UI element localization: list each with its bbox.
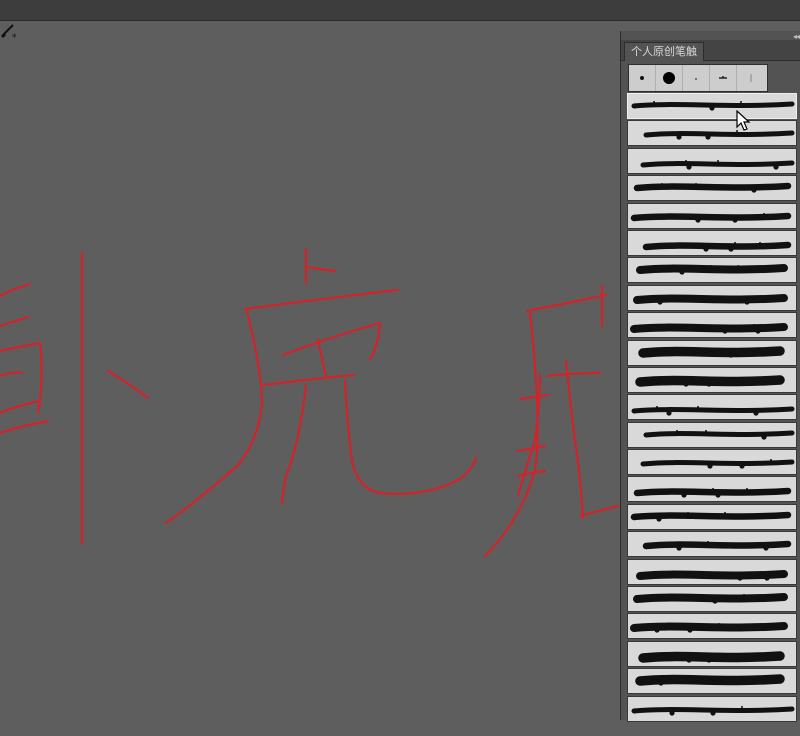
spatter-brush-icon[interactable] [710,65,737,91]
round-brush-icon[interactable] [656,65,683,91]
brush-stroke-preview [643,130,795,140]
brush-stroke-preview [638,345,785,358]
brush-stroke-preview [630,212,792,223]
brush-preset-item[interactable] [627,449,797,476]
application-title-bar [0,0,800,21]
line-brush-icon[interactable] [737,65,764,91]
brush-stroke-preview [640,159,795,170]
brush-preset-item[interactable] [627,366,797,393]
brush-preset-item[interactable] [627,339,797,366]
brush-stroke-preview [640,459,795,469]
brush-stroke-preview [633,593,788,604]
brush-preset-item[interactable] [627,229,797,256]
brush-stroke-preview [636,264,788,275]
tiny-dot-brush-icon[interactable] [683,65,710,91]
document-canvas[interactable]: * [0,21,620,720]
brush-stroke-preview [633,182,792,193]
tab-brush-presets[interactable]: 个人原创笔触 [624,42,704,61]
brush-stroke-preview [630,622,788,634]
brush-stroke-preview [631,101,795,111]
brush-stroke-preview [631,705,795,716]
panel-header: 个人原创笔触 [621,40,800,61]
brush-preset-item[interactable] [627,312,797,339]
brush-cursor-icon: * [0,24,17,41]
brush-preset-item[interactable] [627,476,797,503]
brush-preset-item[interactable] [627,147,797,174]
brush-preset-item[interactable] [627,93,797,119]
brush-preset-item[interactable] [627,175,797,202]
brush-stroke-preview [638,651,785,663]
brush-preset-item[interactable] [627,640,797,667]
brush-list [627,93,799,736]
brush-preset-item[interactable] [627,586,797,613]
brush-stroke-preview [633,488,792,499]
brush-stroke-preview [642,541,792,551]
brush-stroke-preview [643,429,795,440]
brush-preset-item[interactable] [627,421,797,448]
brush-stroke-preview [633,293,788,305]
brush-presets-panel: ◂◂ 个人原创笔触 [620,31,800,722]
brush-preset-item[interactable] [627,284,797,311]
brush-preset-item[interactable] [627,531,797,558]
calligraphy-strokes [0,247,620,558]
svg-text:*: * [12,33,17,41]
brush-preset-item[interactable] [627,695,797,722]
brush-preset-item[interactable] [627,668,797,695]
mouse-pointer-icon [736,110,751,131]
brush-preset-item[interactable] [627,394,797,421]
brush-stroke-preview [630,323,788,334]
brush-preset-item[interactable] [627,120,797,147]
brush-stroke-preview [636,569,788,581]
brush-stroke-preview [630,511,792,522]
preset-icon-row [628,64,768,92]
brush-preset-item[interactable] [627,503,797,530]
brush-stroke-preview [642,241,792,252]
brush-preset-item[interactable] [627,558,797,585]
brush-stroke-preview [631,406,795,416]
brush-preset-item[interactable] [627,257,797,284]
small-dot-brush-icon[interactable] [629,65,656,91]
brush-preset-item[interactable] [627,613,797,640]
brush-stroke-preview [635,375,785,387]
brush-stroke-preview [635,674,785,686]
brush-preset-item[interactable] [627,202,797,229]
